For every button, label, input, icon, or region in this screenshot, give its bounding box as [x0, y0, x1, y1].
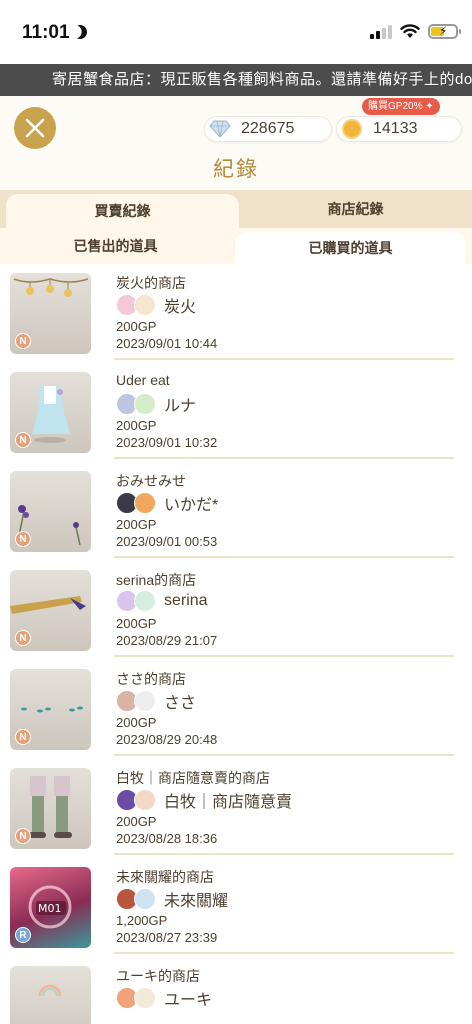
item-price: 200GP: [116, 319, 157, 334]
rarity-badge: N: [15, 531, 31, 547]
promo-text: 購買GP20%: [368, 101, 423, 112]
rarity-badge: N: [15, 333, 31, 349]
shop-name: 白牧｜商店隨意賣的商店: [116, 770, 270, 786]
shop-name: 未來關耀的商店: [116, 869, 214, 885]
gem-amount: 228675: [241, 120, 295, 137]
close-button[interactable]: [14, 107, 56, 149]
item-thumbnail: N: [10, 669, 91, 750]
shop-name: ユーキ的商店: [116, 968, 200, 984]
item-price: 200GP: [116, 616, 157, 631]
list-item[interactable]: M01 R 未來關耀的商店 未來關耀 1,200GP 2023/08/27 23…: [0, 858, 472, 957]
subtab-sold-items[interactable]: 已售出的道具: [0, 228, 231, 264]
signal-icon: [370, 24, 392, 39]
item-thumbnail: N: [10, 471, 91, 552]
item-date: 2023/08/29 20:48: [116, 732, 218, 747]
list-item[interactable]: N 白牧｜商店隨意賣的商店 白牧｜商店隨意賣 200GP 2023/08/28 …: [0, 759, 472, 858]
item-thumbnail: N: [10, 768, 91, 849]
avatar: [134, 590, 156, 612]
seller-name: いかだ*: [164, 497, 219, 514]
item-thumbnail: N: [10, 372, 91, 453]
seller-name: ルナ: [164, 398, 197, 415]
diamond-icon: [209, 118, 231, 140]
avatar: [134, 294, 156, 316]
item-date: 2023/09/01 10:32: [116, 435, 218, 450]
item-date: 2023/08/27 23:39: [116, 930, 218, 945]
trade-subtabs: 已售出的道具 已購買的道具: [0, 228, 472, 264]
status-indicators: ⚡: [370, 24, 461, 39]
list-item[interactable]: N ささ的商店 ささ 200GP 2023/08/29 20:48: [0, 660, 472, 759]
list-item[interactable]: ユーキ的商店 ユーキ: [0, 957, 472, 1024]
header: 228675 14133 購買GP20% ✦ 紀錄: [0, 96, 472, 190]
battery-icon: ⚡: [428, 24, 461, 39]
seller: ルナ: [116, 392, 196, 416]
seller: いかだ*: [116, 491, 218, 515]
seller: 未來關耀: [116, 887, 228, 911]
avatar: [134, 492, 156, 514]
close-icon: [25, 118, 45, 138]
item-date: 2023/08/29 21:07: [116, 633, 218, 648]
item-price: 1,200GP: [116, 913, 168, 928]
gp-amount: 14133: [373, 120, 418, 137]
item-price: 200GP: [116, 814, 157, 829]
list-item[interactable]: N serina的商店 serina 200GP 2023/08/29 21:0…: [0, 561, 472, 660]
tab-trade-record[interactable]: 買賣紀錄: [6, 194, 239, 228]
avatar: [134, 888, 156, 910]
list-item[interactable]: N 炭火的商店 炭火 200GP 2023/09/01 10:44: [0, 264, 472, 363]
gem-balance: 228675: [204, 116, 332, 142]
shop-name: serina的商店: [116, 572, 197, 588]
list-item[interactable]: N おみせみせ いかだ* 200GP 2023/09/01 00:53: [0, 462, 472, 561]
seller: 白牧｜商店隨意賣: [116, 788, 292, 812]
item-date: 2023/08/28 18:36: [116, 831, 218, 846]
seller: 炭火: [116, 293, 196, 317]
rarity-badge: N: [15, 432, 31, 448]
avatar: [134, 393, 156, 415]
record-tabs: 買賣紀錄 商店紀錄: [0, 190, 472, 228]
sparkle-icon: ✦: [425, 101, 434, 112]
avatar: [134, 690, 156, 712]
item-thumbnail: M01 R: [10, 867, 91, 948]
seller-name: 未來關耀: [164, 893, 229, 910]
avatar: [134, 789, 156, 811]
rarity-badge: N: [15, 828, 31, 844]
svg-text:M01: M01: [38, 902, 62, 915]
subtab-bought-items[interactable]: 已購買的道具: [235, 232, 466, 264]
seller-name: ささ: [164, 695, 197, 712]
status-bar: 11:01 ⚡: [0, 0, 472, 64]
purchase-list: N 炭火的商店 炭火 200GP 2023/09/01 10:44 N Uder…: [0, 264, 472, 1024]
item-price: 200GP: [116, 418, 157, 433]
wifi-icon: [400, 24, 420, 38]
page-title: 紀錄: [213, 158, 259, 181]
item-thumbnail: N: [10, 273, 91, 354]
seller: ユーキ: [116, 986, 212, 1010]
shop-name: 炭火的商店: [116, 275, 186, 291]
item-price: 200GP: [116, 715, 157, 730]
item-thumbnail: [10, 966, 91, 1024]
seller-name: 炭火: [164, 299, 197, 316]
item-price: 200GP: [116, 517, 157, 532]
rarity-badge: R: [15, 927, 31, 943]
avatar: [134, 987, 156, 1009]
announcement-marquee: 寄居蟹食品店：現正販售各種飼料商品。還請準備好手上的doo: [0, 64, 472, 96]
gp-balance[interactable]: 14133: [336, 116, 462, 142]
moon-icon: [71, 23, 89, 41]
status-time: 11:01: [22, 22, 87, 44]
item-thumbnail: N: [10, 570, 91, 651]
seller-name: ユーキ: [164, 992, 213, 1009]
seller: serina: [116, 590, 208, 612]
shop-name: ささ的商店: [116, 671, 186, 687]
item-date: 2023/09/01 00:53: [116, 534, 218, 549]
shop-name: おみせみせ: [116, 473, 186, 489]
seller-name: serina: [164, 592, 208, 609]
coin-icon: [341, 118, 363, 140]
tab-shop-record[interactable]: 商店紀錄: [239, 190, 472, 228]
shop-name: Uder eat: [116, 372, 170, 388]
rarity-badge: N: [15, 630, 31, 646]
seller-name: 白牧｜商店隨意賣: [164, 794, 293, 811]
status-time-text: 11:01: [22, 22, 70, 43]
rarity-badge: N: [15, 729, 31, 745]
promo-badge[interactable]: 購買GP20% ✦: [362, 98, 440, 115]
list-item[interactable]: N Uder eat ルナ 200GP 2023/09/01 10:32: [0, 363, 472, 462]
seller: ささ: [116, 689, 196, 713]
item-date: 2023/09/01 10:44: [116, 336, 218, 351]
